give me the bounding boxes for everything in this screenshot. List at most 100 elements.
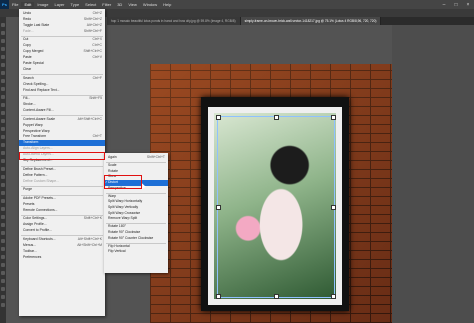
tool-icon[interactable] [1,143,5,147]
menu-image[interactable]: Image [34,2,51,7]
tool-icon[interactable] [1,247,5,251]
menu-item-label: Flip Horizontal [108,243,130,248]
menu-item-label: Copy [23,43,31,48]
menu-item-label: Menus... [23,242,37,247]
tool-icon[interactable] [1,79,5,83]
tool-icon[interactable] [1,167,5,171]
tool-icon[interactable] [1,119,5,123]
menu-item-label: Rotate 180° [108,224,126,229]
tool-icon[interactable] [1,39,5,43]
menu-item-label: Auto-Align Layers... [23,146,53,151]
menu-item-label: Toolbar... [23,248,37,253]
menu-item-content-aware-fill[interactable]: Content-Aware Fill... [19,108,105,114]
menu-item-label: Split Warp Horizontally [108,199,143,204]
tool-icon[interactable] [1,71,5,75]
menu-item-label: Warp [108,193,116,198]
tool-icon[interactable] [1,231,5,235]
minimize-button[interactable]: – [438,2,450,8]
tool-icon[interactable] [1,23,5,27]
tool-icon[interactable] [1,159,5,163]
tool-icon[interactable] [1,263,5,267]
menu-3d[interactable]: 3D [114,2,125,7]
tool-icon[interactable] [1,255,5,259]
transform-bounding-box[interactable] [216,115,336,299]
menu-window[interactable]: Window [140,2,160,7]
menu-item-label: Fade... [23,28,34,33]
tool-icon[interactable] [1,87,5,91]
document-tab-active[interactable]: simply-frame-on-brown-brick-wall-vector-… [240,17,382,25]
transform-handle-top[interactable] [274,115,279,120]
transform-handle-bottom[interactable] [274,294,279,299]
transform-handle-left[interactable] [216,205,221,210]
menu-item-label: Preferences [23,254,42,259]
menu-item-remove-warp-split[interactable]: Remove Warp Split [104,216,168,222]
tool-icon[interactable] [1,295,5,299]
menu-item-remote-connections[interactable]: Remote Connections... [19,208,105,214]
tool-icon[interactable] [1,111,5,115]
menu-filter[interactable]: Filter [99,2,114,7]
transform-handle-bl[interactable] [216,294,221,299]
menu-bar: Ps File Edit Image Layer Type Select Filter 3D V… [0,0,474,9]
close-button[interactable]: × [462,2,474,8]
edit-menu-dropdown: Undo Ctrl+Z Redo Shift+Ctrl+Z Toggle Last St… [19,9,105,316]
transform-submenu: Again Shift+Ctrl+T Scale Rotate Skew ✓ Distort… [104,153,168,273]
tool-icon[interactable] [1,31,5,35]
menu-item-label: Define Custom Shape... [23,178,59,183]
tool-icon[interactable] [1,127,5,131]
workspace-background [392,25,474,323]
tool-icon[interactable] [1,199,5,203]
menu-item-flip-vertical[interactable]: Flip Vertical [104,249,168,255]
menu-item-clear[interactable]: Clear [19,67,105,73]
annotation-box-transform [19,152,105,160]
menu-item-label: Free Transform [23,134,47,139]
tool-icon[interactable] [1,175,5,179]
tool-icon[interactable] [1,303,5,307]
tool-icon[interactable] [1,215,5,219]
tool-icon[interactable] [1,207,5,211]
menu-select[interactable]: Select [82,2,99,7]
menu-item-shortcut: Shift+Ctrl+T [146,155,165,159]
tool-icon[interactable] [1,95,5,99]
tool-icon[interactable] [1,47,5,51]
transform-handle-br[interactable] [331,294,336,299]
menu-type[interactable]: Type [68,2,83,7]
tool-icon[interactable] [1,183,5,187]
tool-icon[interactable] [1,279,5,283]
menu-item-label: Rotate 90° Clockwise [108,230,141,234]
menu-edit[interactable]: Edit [21,2,35,7]
document-tab[interactable]: hop 1 mosaic beautiful lotus ponds in ha… [107,17,241,25]
menu-item-label: Remote Connections... [23,207,58,212]
tool-icon[interactable] [1,223,5,227]
menu-item-label: Paste Special [23,61,44,66]
menu-item-label: Purge [23,187,33,192]
menu-item-label: Rotate [108,168,118,173]
menu-item-rotate-90-counter-clockwise[interactable]: Rotate 90° Counter Clockwise [104,236,168,242]
menu-item-convert-to-profile[interactable]: Convert to Profile... [19,228,105,234]
maximize-button[interactable]: □ [450,2,462,8]
transform-handle-right[interactable] [331,205,336,210]
tool-icon[interactable] [1,191,5,195]
tool-icon[interactable] [1,271,5,275]
tool-icon[interactable] [1,55,5,59]
tool-icon[interactable] [1,103,5,107]
menu-help[interactable]: Help [160,2,174,7]
menu-file[interactable]: File [9,2,21,7]
tool-icon[interactable] [1,135,5,139]
menu-item-label: Content-Aware Scale [23,116,55,121]
menu-view[interactable]: View [125,2,140,7]
menu-item-preferences[interactable]: Preferences [19,255,105,261]
document-tabs: hop 1 mosaic beautiful lotus ponds in ha… [107,17,474,25]
tool-icon[interactable] [1,63,5,67]
tool-icon[interactable] [1,239,5,243]
menu-item-purge[interactable]: Purge [19,187,105,193]
menu-layer[interactable]: Layer [51,2,67,7]
menu-item-label: Scale [108,163,117,168]
annotation-box-skew-distort [104,175,142,189]
transform-handle-tr[interactable] [331,115,336,120]
tool-icon[interactable] [1,287,5,291]
menu-item-again[interactable]: Again Shift+Ctrl+T [104,155,168,161]
menu-item-label: Assign Profile... [23,222,47,227]
tool-icon[interactable] [1,151,5,155]
transform-handle-tl[interactable] [216,115,221,120]
menu-item-find-and-replace-text[interactable]: Find and Replace Text... [19,88,105,94]
